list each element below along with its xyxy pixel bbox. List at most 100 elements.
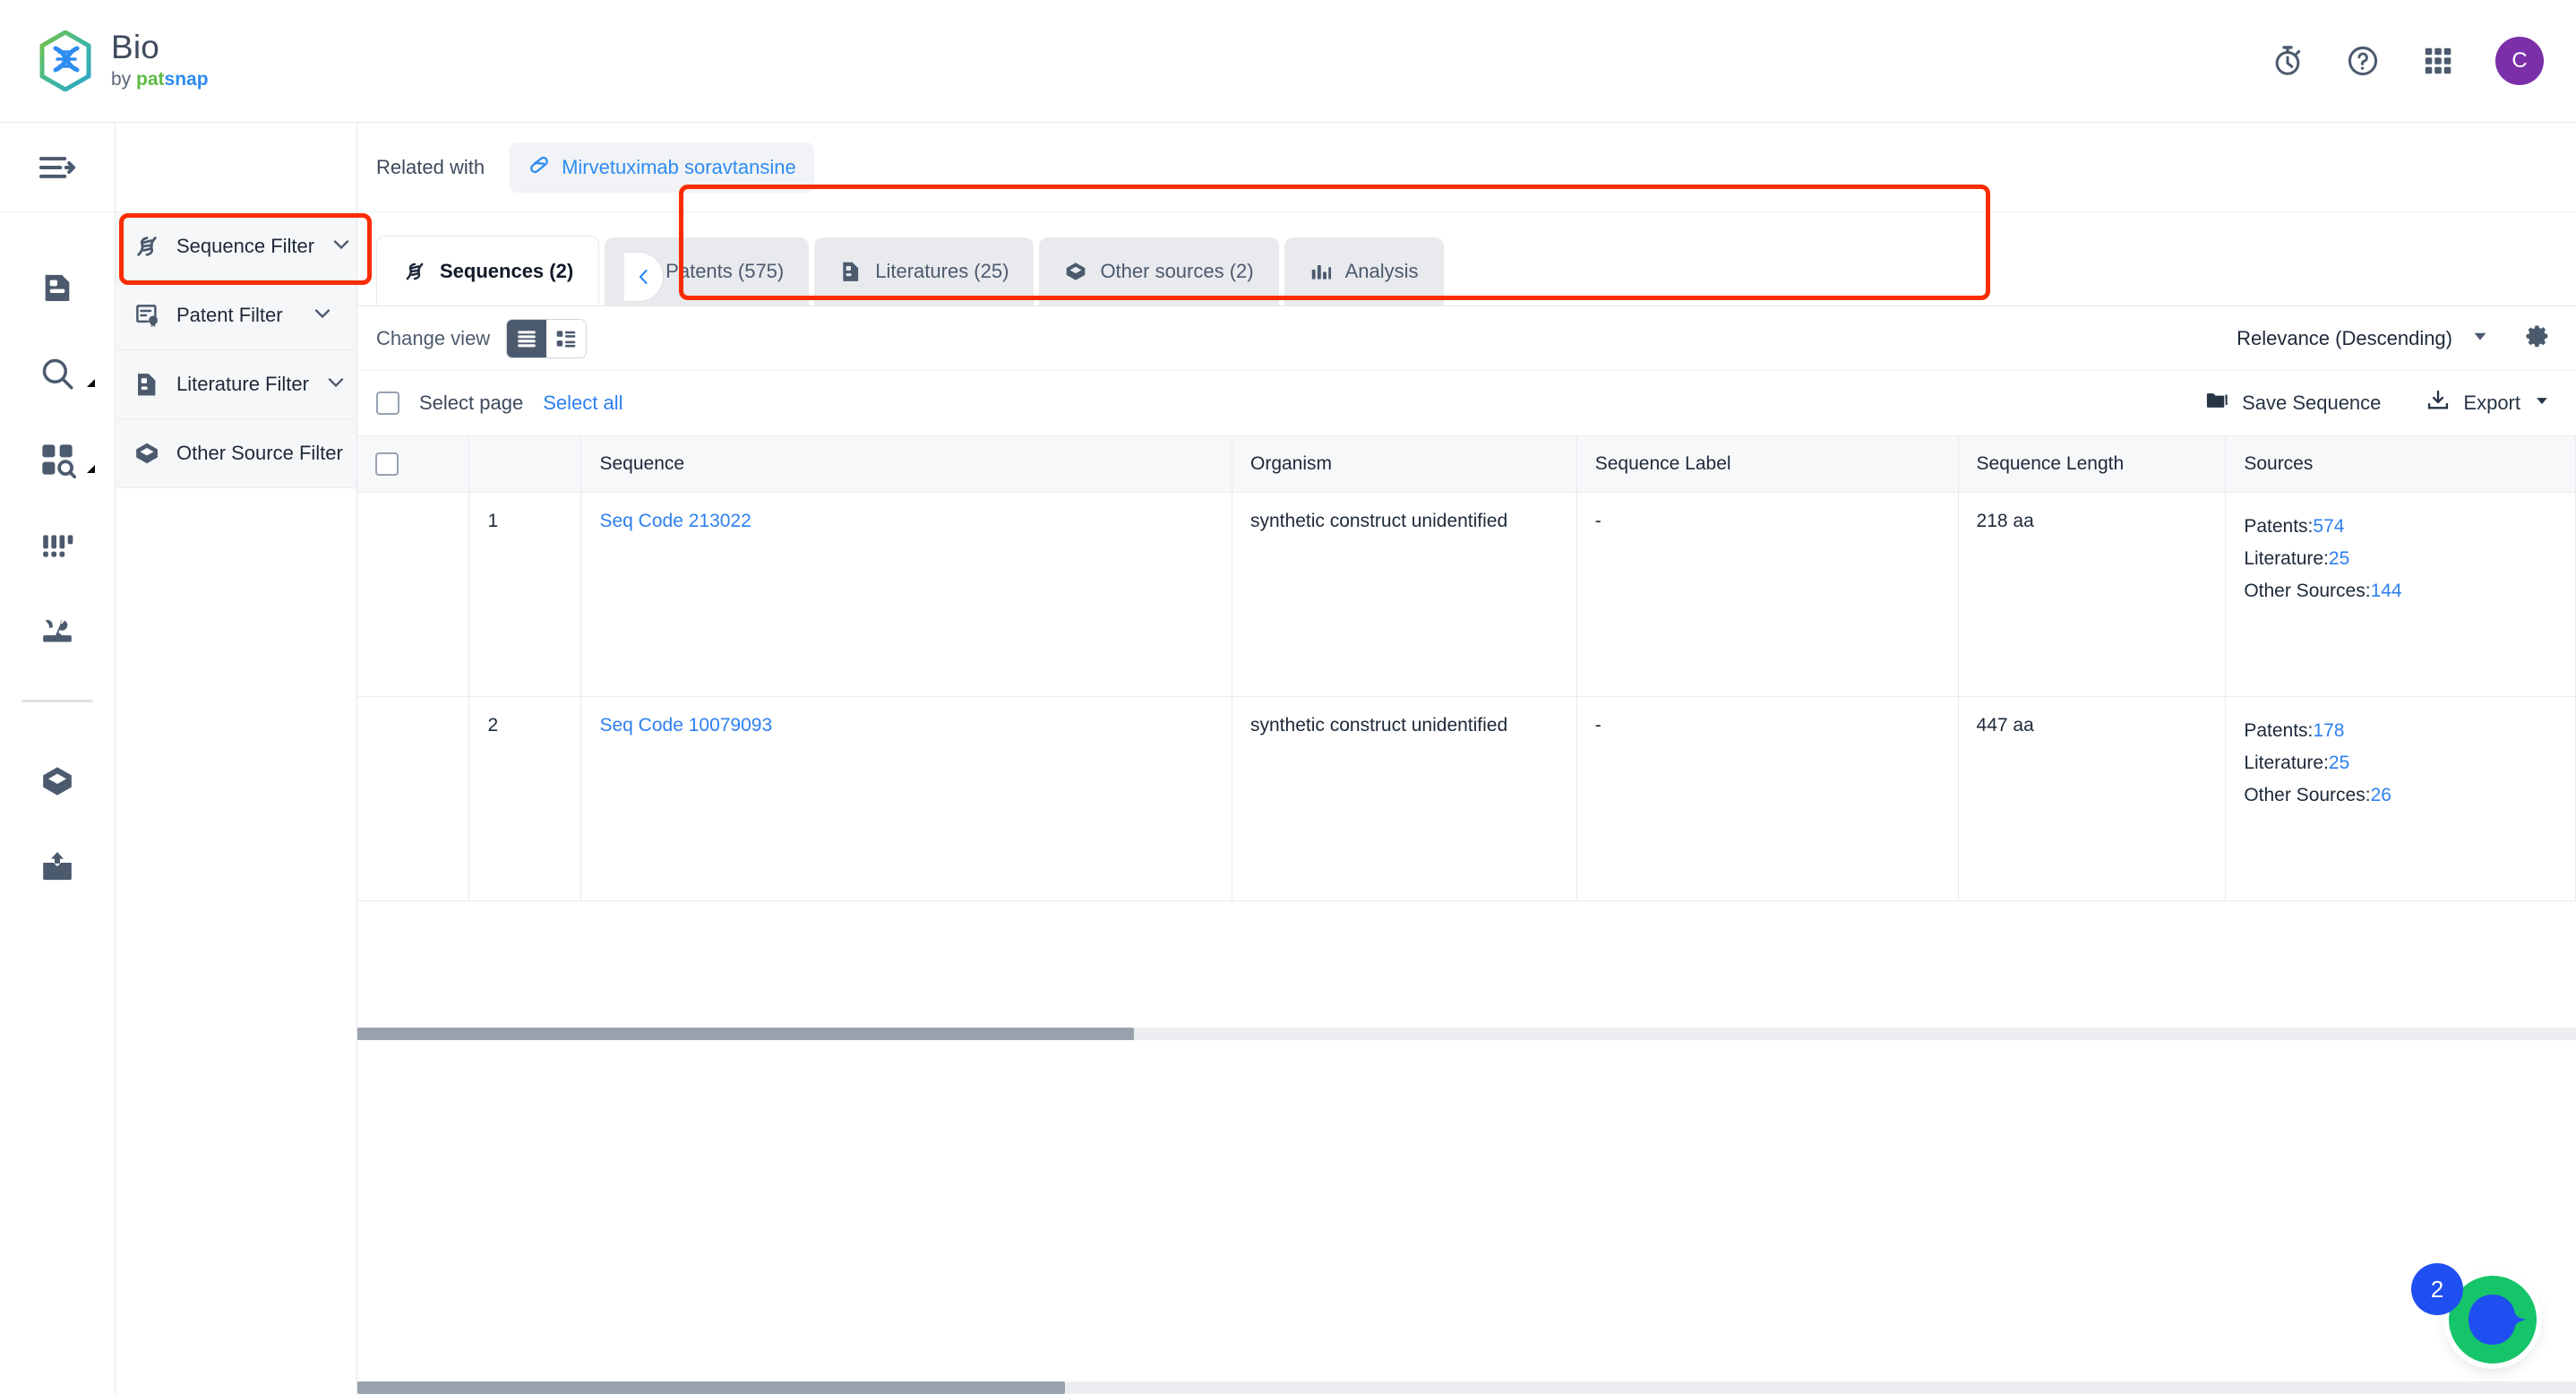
- sources-patents: Patents:178: [2244, 715, 2557, 747]
- table-header-row: Sequence Organism Sequence Label Sequenc…: [357, 435, 2576, 493]
- export-button[interactable]: Export: [2426, 388, 2551, 418]
- cube-icon: [132, 438, 162, 469]
- row-organism: synthetic construct unidentified: [1232, 696, 1577, 901]
- save-sequence-button[interactable]: Save Sequence: [2204, 388, 2381, 418]
- table-head: Sequence Organism Sequence Label Sequenc…: [357, 435, 2576, 493]
- chevron-down-icon: [2470, 326, 2490, 351]
- chat-unread-badge[interactable]: 2: [2411, 1263, 2463, 1315]
- page-horizontal-scrollbar[interactable]: [357, 1381, 2576, 1394]
- tab-other-sources[interactable]: Other sources (2): [1039, 237, 1279, 305]
- filter-other-source[interactable]: Other Source Filter: [116, 419, 378, 488]
- header-actions: C: [2270, 37, 2544, 85]
- select-page-checkbox[interactable]: [376, 392, 399, 415]
- stopwatch-icon[interactable]: [2270, 43, 2306, 79]
- tab-label: Analysis: [1344, 260, 1419, 282]
- sidebar-item-documents[interactable]: [0, 245, 115, 331]
- dna-icon: [132, 231, 162, 262]
- brand[interactable]: Bio by patsnap: [38, 30, 209, 91]
- capsule-icon: [528, 153, 551, 182]
- select-page-label[interactable]: Select page: [419, 392, 523, 415]
- sources-patents-value[interactable]: 574: [2313, 516, 2344, 537]
- chat-widget[interactable]: 2: [2409, 1252, 2544, 1369]
- sources-literature-value[interactable]: 25: [2329, 753, 2349, 773]
- header-index: [468, 435, 582, 493]
- table-horizontal-scrollbar[interactable]: [357, 1028, 2576, 1040]
- sidebar-item-search[interactable]: [0, 331, 115, 417]
- sidebar-item-grid-search[interactable]: [0, 417, 115, 503]
- sequence-link[interactable]: Seq Code 213022: [599, 511, 751, 531]
- filter-literature[interactable]: Literature Filter: [116, 350, 356, 419]
- filter-label: Literature Filter: [176, 373, 309, 395]
- detail-view-icon[interactable]: [546, 319, 587, 357]
- scrollbar-thumb[interactable]: [357, 1381, 1065, 1394]
- sidebar-item-other-sources[interactable]: [0, 738, 115, 824]
- tab-analysis[interactable]: Analysis: [1284, 237, 1444, 305]
- view-toolbar: Change view Relevance (Descending): [357, 306, 2576, 371]
- save-sequence-label: Save Sequence: [2242, 392, 2382, 414]
- selection-right: Save Sequence Export: [2204, 388, 2551, 418]
- sources-other-value[interactable]: 26: [2371, 785, 2391, 805]
- brand-subtitle: by patsnap: [111, 68, 209, 90]
- filter-panel: Sequence Filter Patent Filter Literature…: [116, 123, 378, 1394]
- row-index: 1: [468, 492, 582, 697]
- brand-pat: pat: [136, 69, 165, 90]
- sources-other-label: Other Sources:: [2244, 581, 2371, 602]
- table-row[interactable]: 1 Seq Code 213022 synthetic construct un…: [357, 492, 2576, 697]
- filter-label: Other Source Filter: [176, 442, 343, 464]
- help-icon[interactable]: [2345, 43, 2381, 79]
- tab-label: Literatures (25): [875, 260, 1009, 282]
- chevron-down-icon: [329, 232, 354, 262]
- sequence-table-wrap: Sequence Organism Sequence Label Sequenc…: [357, 435, 2576, 901]
- folder-icon: [2204, 388, 2229, 418]
- table-row[interactable]: 2 Seq Code 10079093 synthetic construct …: [357, 696, 2576, 901]
- sequence-link[interactable]: Seq Code 10079093: [599, 715, 772, 736]
- chevron-down-icon: [310, 301, 335, 331]
- tab-label: Patents (575): [665, 260, 785, 282]
- header-sequence[interactable]: Sequence: [580, 435, 1232, 493]
- header-organism[interactable]: Organism: [1232, 435, 1577, 493]
- bar-chart-icon: [1309, 260, 1333, 283]
- row-sequence-label: -: [1576, 492, 1959, 697]
- selection-left: Select page Select all: [376, 392, 623, 415]
- chevron-down-icon: [2533, 392, 2551, 415]
- sidebar-item-tools[interactable]: [0, 589, 115, 675]
- gear-icon[interactable]: [2524, 323, 2551, 354]
- tab-literatures[interactable]: Literatures (25): [814, 237, 1035, 305]
- chevron-expand-icon: [87, 379, 95, 387]
- header-sources[interactable]: Sources: [2225, 435, 2576, 493]
- rail-toggle[interactable]: [0, 123, 115, 212]
- related-chip-label: Mirvetuximab soravtansine: [562, 155, 796, 178]
- tab-label: Sequences (2): [440, 259, 574, 282]
- tab-sequences[interactable]: Sequences (2): [376, 236, 600, 305]
- list-view-icon[interactable]: [507, 319, 547, 357]
- sources-literature-label: Literature:: [2244, 548, 2329, 570]
- sidebar-item-upload[interactable]: [0, 824, 115, 910]
- apps-grid-icon[interactable]: [2420, 43, 2456, 79]
- filter-sequence[interactable]: Sequence Filter: [116, 212, 356, 281]
- sidebar-item-datasets[interactable]: [0, 503, 115, 589]
- sources-other-value[interactable]: 144: [2371, 581, 2402, 601]
- scrollbar-thumb[interactable]: [357, 1028, 1134, 1040]
- sources-patents-label: Patents:: [2244, 516, 2314, 537]
- header-sequence-label[interactable]: Sequence Label: [1576, 435, 1959, 493]
- header-sequence-length[interactable]: Sequence Length: [1958, 435, 2227, 493]
- filter-patent[interactable]: Patent Filter: [116, 281, 356, 350]
- main-content: Related with Mirvetuximab soravtansine S…: [357, 123, 2576, 1394]
- filter-panel-header: [116, 123, 356, 212]
- select-all-link[interactable]: Select all: [543, 392, 623, 415]
- change-view-group: Change view: [376, 318, 588, 358]
- sort-dropdown[interactable]: Relevance (Descending): [2237, 326, 2490, 351]
- filter-label: Sequence Filter: [176, 235, 315, 257]
- sort-group: Relevance (Descending): [2237, 323, 2551, 354]
- related-chip[interactable]: Mirvetuximab soravtansine: [510, 142, 814, 193]
- sources-literature: Literature:25: [2244, 747, 2557, 779]
- selection-toolbar: Select page Select all Save Sequence Exp…: [357, 371, 2576, 435]
- document-icon: [132, 369, 162, 400]
- sources-literature: Literature:25: [2244, 543, 2557, 575]
- select-all-rows-checkbox[interactable]: [375, 452, 399, 476]
- avatar[interactable]: C: [2495, 37, 2544, 85]
- sources-other-label: Other Sources:: [2244, 785, 2371, 806]
- sources-patents-value[interactable]: 178: [2313, 720, 2344, 741]
- sources-literature-value[interactable]: 25: [2329, 548, 2349, 569]
- chevron-expand-icon: [87, 465, 95, 473]
